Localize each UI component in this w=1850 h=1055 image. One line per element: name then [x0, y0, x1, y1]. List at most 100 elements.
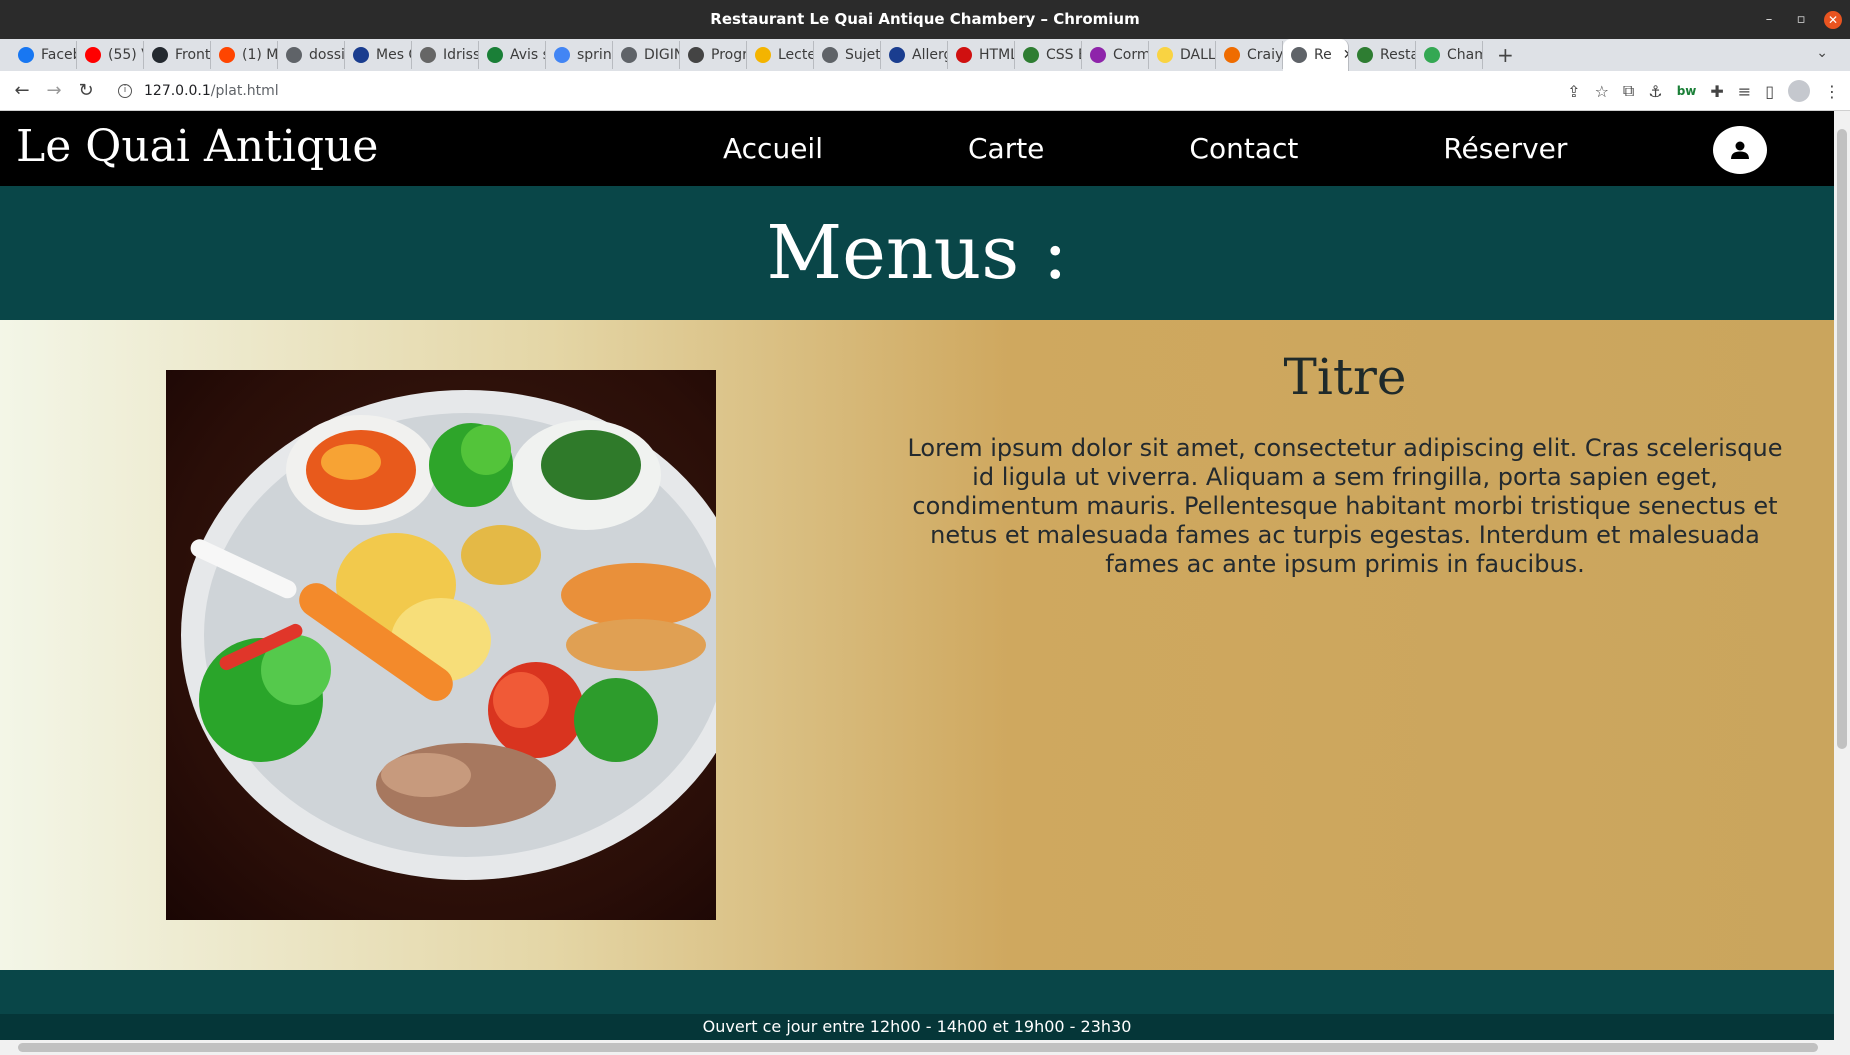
browser-tab[interactable]: Progr	[680, 41, 747, 69]
puzzle-icon[interactable]: ✚	[1710, 82, 1723, 101]
tab-favicon-icon	[822, 47, 838, 63]
minimize-button[interactable]: –	[1760, 0, 1778, 39]
tab-favicon-icon	[85, 47, 101, 63]
tab-label: (1) M	[242, 47, 278, 63]
site-logo[interactable]: Le Quai Antique	[16, 121, 378, 172]
nav-carte[interactable]: Carte	[968, 132, 1044, 165]
page-viewport: Le Quai Antique Accueil Carte Contact Ré…	[0, 111, 1834, 1040]
url-host: 127.0.0.1	[144, 82, 211, 99]
dish-section: Titre Lorem ipsum dolor sit amet, consec…	[0, 320, 1834, 970]
tab-label: Allerg	[912, 47, 947, 63]
nav-accueil[interactable]: Accueil	[723, 132, 823, 165]
new-tab-button[interactable]: +	[1497, 43, 1514, 67]
tab-label: Lecte	[778, 47, 814, 63]
tab-label: DIGIN	[644, 47, 679, 63]
pin-icon[interactable]: ⚓	[1648, 82, 1662, 101]
bw-icon[interactable]: bw	[1677, 84, 1697, 98]
horizontal-scrollbar[interactable]	[0, 1040, 1850, 1055]
browser-tab[interactable]: Allerg	[881, 41, 948, 69]
tab-label: Avis s	[510, 47, 546, 63]
profile-icon[interactable]	[1788, 80, 1810, 102]
site-info-icon[interactable]: i	[118, 83, 132, 98]
menu-icon[interactable]: ⋮	[1824, 82, 1840, 101]
nav-contact[interactable]: Contact	[1189, 132, 1298, 165]
browser-tab[interactable]: Mes C	[345, 41, 412, 69]
tab-favicon-icon	[152, 47, 168, 63]
tab-label: dossi	[309, 47, 345, 63]
opening-hours-banner: Ouvert ce jour entre 12h00 - 14h00 et 19…	[0, 1014, 1834, 1040]
tab-label: DALL	[1180, 47, 1216, 63]
forward-icon[interactable]: →	[38, 80, 70, 101]
browser-tab[interactable]: Lecte	[747, 41, 814, 69]
tab-favicon-icon	[1424, 47, 1440, 63]
tab-label: Craiy	[1247, 47, 1283, 63]
browser-tab[interactable]: Front	[144, 41, 211, 69]
browser-tab[interactable]: DALL	[1149, 41, 1216, 69]
back-icon[interactable]: ←	[6, 80, 38, 101]
browser-tab[interactable]: Idriss	[412, 41, 479, 69]
tab-label: Cham	[1447, 47, 1482, 63]
browser-tab[interactable]: Craiy	[1216, 41, 1283, 69]
window-controls: – ▫ ✕	[1760, 0, 1842, 39]
tab-label: Faceb	[41, 47, 76, 63]
tab-label: Resta	[1380, 47, 1416, 63]
browser-tab[interactable]: Sujet	[814, 41, 881, 69]
tab-label: (55) V	[108, 47, 143, 63]
browser-tab[interactable]: dossi	[278, 41, 345, 69]
tab-favicon-icon	[420, 47, 436, 63]
section-title: Menus :	[766, 210, 1068, 296]
window-titlebar: Restaurant Le Quai Antique Chambery – Ch…	[0, 0, 1850, 39]
browser-tab[interactable]: CSS B	[1015, 41, 1082, 69]
browser-tab[interactable]: Resta	[1349, 41, 1416, 69]
browser-tab[interactable]: (55) V	[77, 41, 144, 69]
tab-favicon-icon	[219, 47, 235, 63]
browser-tab[interactable]: DIGIN	[613, 41, 680, 69]
tab-favicon-icon	[286, 47, 302, 63]
horizontal-scroll-thumb[interactable]	[18, 1043, 1818, 1052]
vertical-scroll-thumb[interactable]	[1837, 129, 1847, 749]
browser-tab[interactable]: sprin	[546, 41, 613, 69]
close-window-button[interactable]: ✕	[1824, 10, 1842, 29]
tab-favicon-icon	[889, 47, 905, 63]
media-icon[interactable]: ≡	[1738, 82, 1751, 101]
tab-label: HTML	[979, 47, 1015, 63]
share-icon[interactable]: ⇪	[1567, 82, 1580, 101]
vertical-scrollbar[interactable]	[1834, 111, 1850, 1040]
tab-active[interactable]: Re✕	[1283, 39, 1349, 71]
dish-title: Titre	[1283, 348, 1407, 406]
tab-label: Idriss	[443, 47, 479, 63]
site-header: Le Quai Antique Accueil Carte Contact Ré…	[0, 111, 1834, 186]
tab-label: Re	[1314, 47, 1332, 63]
browser-tab[interactable]: HTML	[948, 41, 1015, 69]
tab-favicon-icon	[1357, 47, 1373, 63]
tab-favicon-icon	[1090, 47, 1106, 63]
tab-label: Sujet	[845, 47, 881, 63]
tab-search-icon[interactable]: ⌄	[1816, 45, 1828, 61]
tab-favicon-icon	[487, 47, 503, 63]
user-account-button[interactable]	[1713, 126, 1767, 174]
tab-bar: Faceb (55) V Front (1) M dossi Mes C Idriss Avi…	[0, 39, 1850, 71]
tab-label: sprin	[577, 47, 612, 63]
nav-reserver[interactable]: Réserver	[1443, 132, 1567, 165]
address-bar: ← → ↻ i 127.0.0.1/plat.html ⇪ ☆ ⧉ ⚓ bw ✚…	[0, 71, 1850, 111]
tab-label: Front	[175, 47, 211, 63]
star-icon[interactable]: ☆	[1595, 82, 1609, 101]
extension-icon[interactable]: ⧉	[1623, 81, 1634, 101]
dish-image	[166, 370, 716, 920]
url-field[interactable]: i 127.0.0.1/plat.html	[118, 83, 279, 99]
user-icon	[1731, 141, 1749, 159]
tab-favicon-icon	[1291, 47, 1307, 63]
browser-tab[interactable]: Corm	[1082, 41, 1149, 69]
browser-tab[interactable]: Faceb	[10, 41, 77, 69]
browser-tab[interactable]: (1) M	[211, 41, 278, 69]
tab-favicon-icon	[688, 47, 704, 63]
browser-tab[interactable]: Avis s	[479, 41, 546, 69]
restore-button[interactable]: ▫	[1792, 0, 1810, 39]
tab-favicon-icon	[353, 47, 369, 63]
reload-icon[interactable]: ↻	[70, 80, 102, 101]
sidepanel-icon[interactable]: ▯	[1765, 82, 1774, 101]
dish-text: Lorem ipsum dolor sit amet, consectetur …	[907, 434, 1783, 578]
dish-description-block: Titre Lorem ipsum dolor sit amet, consec…	[900, 348, 1790, 579]
browser-tab[interactable]: Cham	[1416, 41, 1483, 69]
dish-illustration	[181, 390, 716, 880]
